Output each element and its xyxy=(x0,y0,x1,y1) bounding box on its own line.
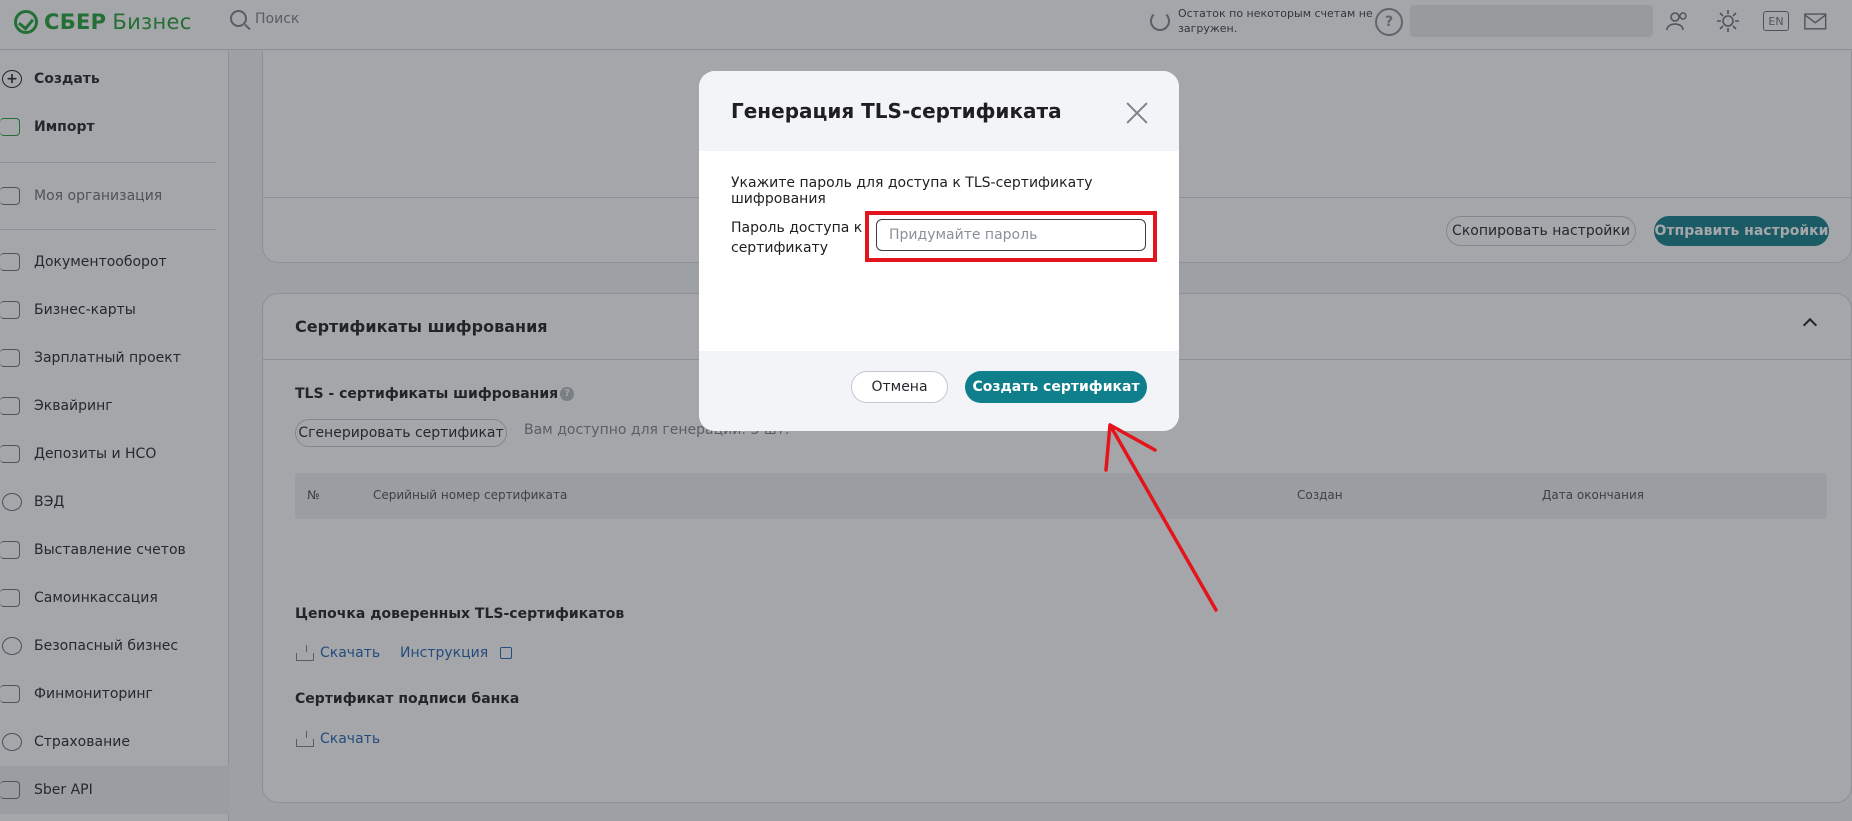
modal-footer: Отмена Создать сертификат xyxy=(699,351,1179,431)
modal-title: Генерация TLS-сертификата xyxy=(731,99,1062,123)
cancel-button[interactable]: Отмена xyxy=(851,371,948,403)
create-certificate-button[interactable]: Создать сертификат xyxy=(965,371,1147,403)
annotation-highlight-box xyxy=(865,211,1157,262)
password-field-label: Пароль доступа к сертификату xyxy=(731,220,863,256)
close-icon[interactable] xyxy=(1125,101,1149,125)
modal-header: Генерация TLS-сертификата xyxy=(699,71,1179,151)
modal-description: Укажите пароль для доступа к TLS-сертифи… xyxy=(731,175,1093,207)
